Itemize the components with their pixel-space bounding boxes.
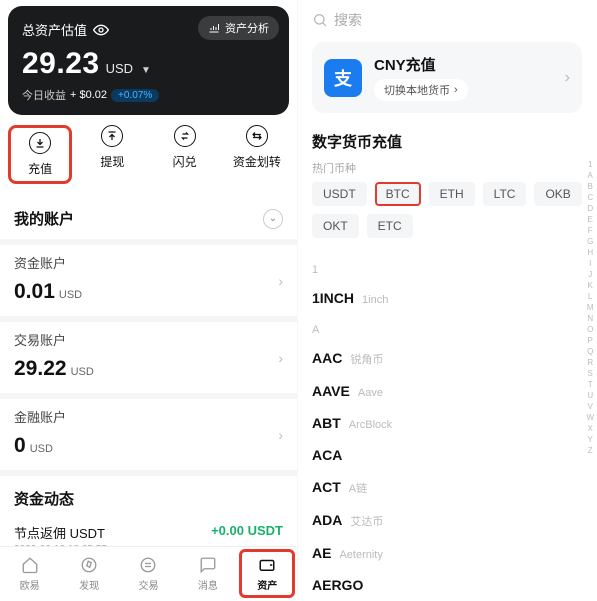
search-placeholder: 搜索	[334, 10, 362, 30]
index-R[interactable]: R	[586, 358, 594, 368]
today-pct: +0.07%	[111, 89, 159, 102]
coin-row-aac[interactable]: AAC锐角币	[312, 342, 582, 375]
account-finance[interactable]: 金融账户 0 USD ›	[0, 393, 297, 470]
coin-row-ada[interactable]: ADA艾达币	[312, 504, 582, 537]
crypto-deposit-title: 数字货币充值	[298, 127, 596, 160]
coin-chip-okt[interactable]: OKT	[312, 214, 359, 238]
asset-summary-card: 总资产估值 资产分析 29.23 USD ▼ 今日收益 + $0.02 +0.0…	[8, 6, 289, 115]
index-L[interactable]: L	[586, 292, 594, 302]
index-M[interactable]: M	[586, 303, 594, 313]
search-row[interactable]: 搜索	[298, 0, 596, 38]
tab-trade[interactable]: 交易	[120, 555, 176, 592]
chevron-right-icon: ›	[278, 350, 283, 366]
index-X[interactable]: X	[586, 424, 594, 434]
index-Y[interactable]: Y	[586, 435, 594, 445]
coin-row-abt[interactable]: ABTArcBlock	[312, 407, 582, 439]
hot-coins-label: 热门币种	[298, 160, 596, 182]
chevron-right-icon: ›	[565, 69, 570, 87]
chevron-right-icon: ›	[278, 427, 283, 443]
index-W[interactable]: W	[586, 413, 594, 423]
tab-messages[interactable]: 消息	[180, 555, 236, 592]
index-F[interactable]: F	[586, 226, 594, 236]
asset-title: 总资产估值	[22, 20, 87, 39]
index-A[interactable]: A	[586, 171, 594, 181]
compass-icon	[79, 555, 99, 575]
section-letter: A	[312, 324, 582, 336]
chevron-right-icon: ›	[454, 84, 458, 96]
deposit-button[interactable]: 充值	[8, 125, 72, 184]
coin-chip-usdt[interactable]: USDT	[312, 182, 367, 206]
alipay-icon: 支	[324, 59, 362, 97]
index-D[interactable]: D	[586, 204, 594, 214]
account-funding[interactable]: 资金账户 0.01 USD ›	[0, 239, 297, 316]
trade-icon	[138, 555, 158, 575]
coin-chip-eth[interactable]: ETH	[429, 182, 475, 206]
message-icon	[198, 555, 218, 575]
cny-title: CNY充值	[374, 54, 468, 75]
tab-discover[interactable]: 发现	[61, 555, 117, 592]
index-P[interactable]: P	[586, 336, 594, 346]
coin-row-act[interactable]: ACTA链	[312, 471, 582, 504]
action-row: 充值 提现 闪兑 资金划转	[0, 115, 297, 202]
index-K[interactable]: K	[586, 281, 594, 291]
index-Z[interactable]: Z	[586, 446, 594, 456]
coin-row-aave[interactable]: AAVEAave	[312, 375, 582, 407]
search-icon	[312, 12, 328, 28]
tab-home[interactable]: 欧易	[2, 555, 58, 592]
coin-row-1inch[interactable]: 1INCH1inch	[312, 282, 582, 314]
tab-assets[interactable]: 资产	[239, 549, 295, 598]
alphabet-index[interactable]: 1ABCDEFGHIJKLMNOPQRSTUVWXYZ	[586, 160, 594, 456]
index-J[interactable]: J	[586, 270, 594, 280]
index-B[interactable]: B	[586, 182, 594, 192]
bottom-tab-bar: 欧易 发现 交易 消息 资产	[0, 546, 297, 600]
coin-chip-etc[interactable]: ETC	[367, 214, 413, 238]
asset-analysis-button[interactable]: 资产分析	[198, 16, 279, 40]
swap-icon	[174, 125, 196, 147]
coin-list: 1 1INCH1inch A AAC锐角币AAVEAaveABTArcBlockACA…	[298, 248, 596, 601]
index-U[interactable]: U	[586, 391, 594, 401]
index-T[interactable]: T	[586, 380, 594, 390]
today-label: 今日收益	[22, 87, 66, 103]
coin-chip-ltc[interactable]: LTC	[483, 182, 527, 206]
index-Q[interactable]: Q	[586, 347, 594, 357]
collapse-icon[interactable]: ⌄	[263, 209, 283, 229]
coin-row-aca[interactable]: ACA	[312, 439, 582, 471]
home-icon	[20, 555, 40, 575]
section-letter: 1	[312, 264, 582, 276]
index-N[interactable]: N	[586, 314, 594, 324]
deposit-icon	[29, 132, 51, 154]
index-1[interactable]: 1	[586, 160, 594, 170]
coin-chip-btc[interactable]: BTC	[375, 182, 421, 206]
index-V[interactable]: V	[586, 402, 594, 412]
bar-chart-icon	[208, 22, 220, 34]
index-H[interactable]: H	[586, 248, 594, 258]
wallet-icon	[257, 555, 277, 575]
cny-deposit-card[interactable]: 支 CNY充值 切换本地货币 › ›	[312, 42, 582, 113]
my-accounts-title: 我的账户	[14, 208, 74, 229]
coin-row-aergo[interactable]: AERGO	[312, 569, 582, 601]
account-trading[interactable]: 交易账户 29.22 USD ›	[0, 316, 297, 393]
switch-currency-button[interactable]: 切换本地货币 ›	[374, 79, 468, 101]
index-O[interactable]: O	[586, 325, 594, 335]
index-I[interactable]: I	[586, 259, 594, 269]
transfer-icon	[246, 125, 268, 147]
chevron-down-icon[interactable]: ▼	[141, 65, 151, 76]
hot-coins-row: USDT BTC ETH LTC OKB OKT ETC	[298, 182, 596, 248]
eye-icon[interactable]	[93, 22, 109, 38]
withdraw-button[interactable]: 提现	[80, 125, 144, 184]
swap-button[interactable]: 闪兑	[153, 125, 217, 184]
transfer-button[interactable]: 资金划转	[225, 125, 289, 184]
asset-unit: USD	[106, 61, 133, 76]
withdraw-icon	[101, 125, 123, 147]
total-asset-value: 29.23	[22, 47, 100, 81]
coin-chip-okb[interactable]: OKB	[534, 182, 581, 206]
index-C[interactable]: C	[586, 193, 594, 203]
index-E[interactable]: E	[586, 215, 594, 225]
today-change: + $0.02	[70, 89, 107, 101]
index-G[interactable]: G	[586, 237, 594, 247]
chevron-right-icon: ›	[278, 273, 283, 289]
index-S[interactable]: S	[586, 369, 594, 379]
coin-row-ae[interactable]: AEAeternity	[312, 537, 582, 569]
funds-activity-title: 资金动态	[0, 470, 297, 517]
